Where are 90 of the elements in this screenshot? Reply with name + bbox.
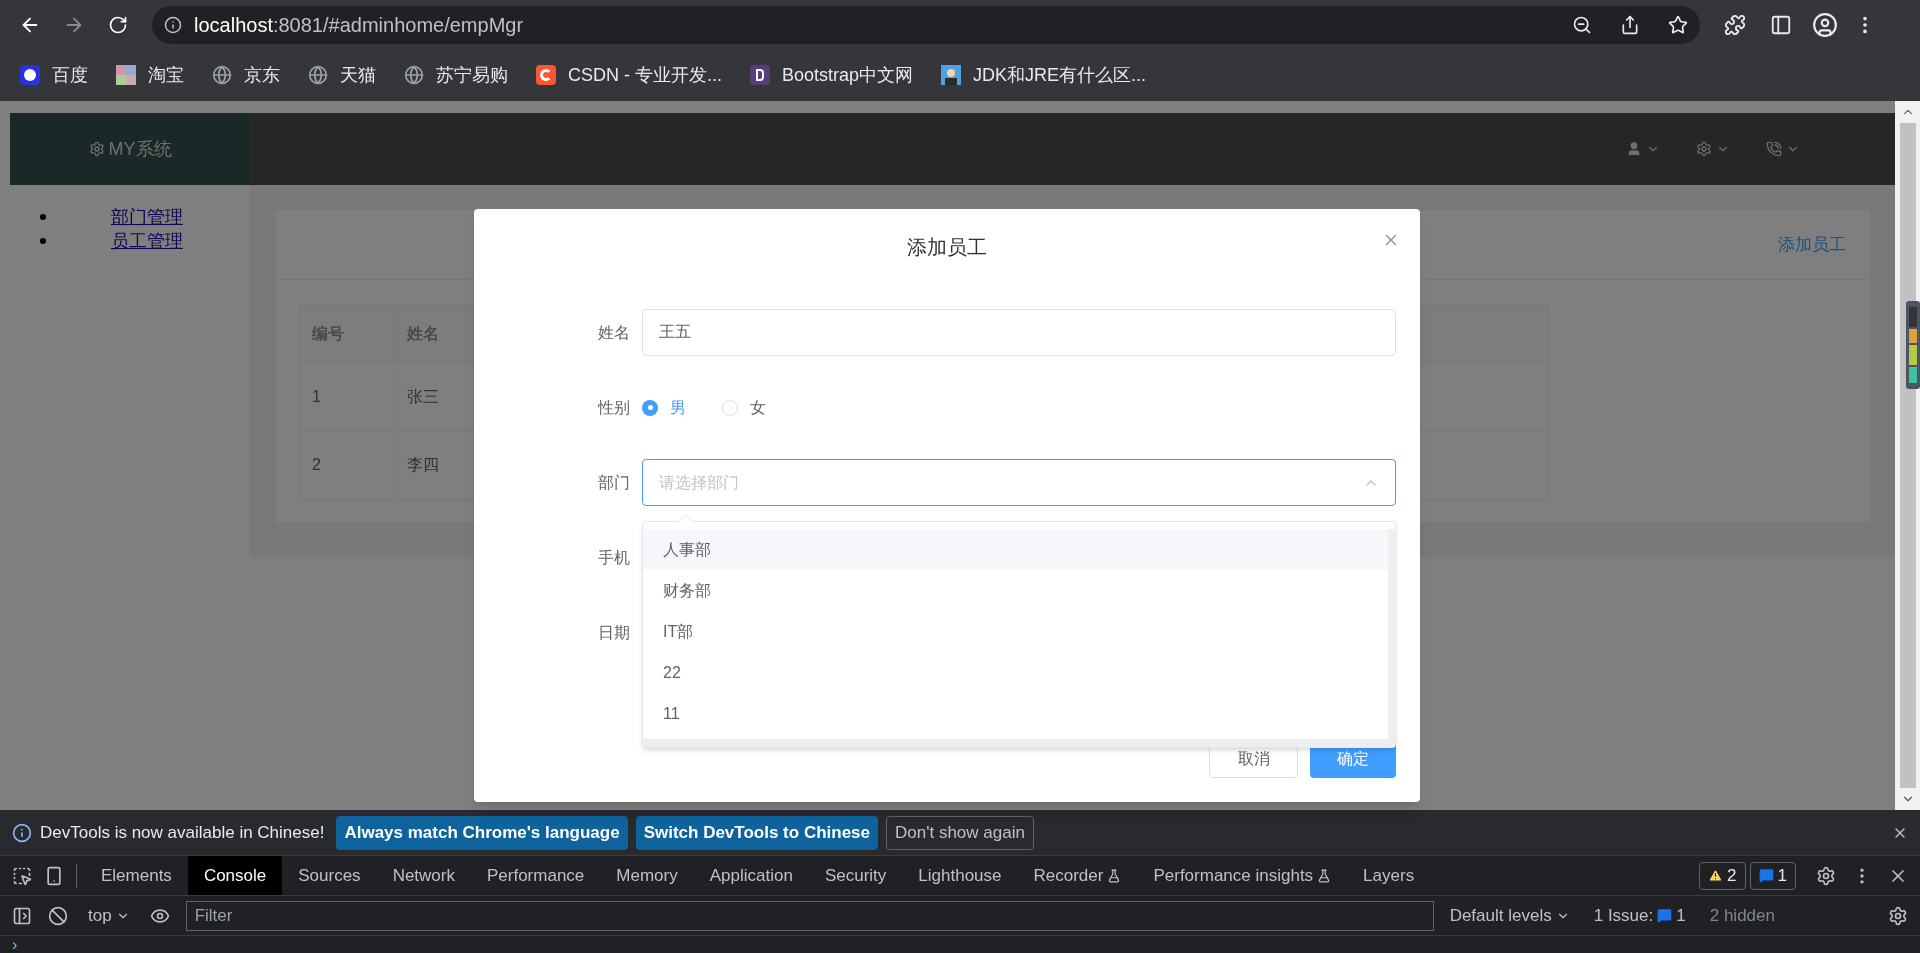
- vertical-scrollbar[interactable]: [1388, 529, 1395, 747]
- messages-badge[interactable]: 1: [1749, 861, 1796, 890]
- dropdown-option[interactable]: 11: [643, 693, 1388, 734]
- dropdown-option[interactable]: 22: [643, 652, 1388, 693]
- table-cell-text: 李四: [407, 455, 439, 475]
- message-icon: [1657, 908, 1673, 923]
- extensions-icon[interactable]: [1724, 13, 1746, 36]
- bookmark[interactable]: 淘宝: [116, 61, 184, 89]
- phone-icon: [1766, 141, 1782, 157]
- field-label: 部门: [597, 472, 631, 493]
- dropdown-option[interactable]: 财务部: [643, 570, 1388, 611]
- user-icon: [1626, 141, 1642, 157]
- devtools-tab[interactable]: Performance: [471, 856, 601, 895]
- scrollbar-thumb[interactable]: [1899, 123, 1916, 788]
- address-bar[interactable]: localhost:8081/#adminhome/empMgr: [152, 5, 1700, 44]
- dialog-title: 添加员工: [907, 235, 987, 260]
- name-field[interactable]: 王五: [642, 309, 1396, 356]
- bookmark[interactable]: 京东: [212, 61, 280, 89]
- console-prompt: ›: [12, 936, 18, 953]
- side-panel-icon[interactable]: [1770, 13, 1792, 36]
- profile-icon[interactable]: [1812, 11, 1838, 38]
- notice-button[interactable]: Always match Chrome's language: [336, 815, 628, 850]
- share-icon[interactable]: [1620, 14, 1640, 35]
- bookmark[interactable]: CSDN - 专业开发...: [536, 61, 722, 89]
- table-cell-text: 张三: [407, 386, 439, 407]
- warning-icon: [1708, 868, 1724, 883]
- info-icon: [164, 15, 182, 34]
- settings-icon[interactable]: [1888, 905, 1908, 926]
- settings-menu[interactable]: [1696, 141, 1730, 157]
- devtools-tab[interactable]: Application: [693, 856, 809, 895]
- notice-text: DevTools is now available in Chinese!: [40, 821, 325, 844]
- dropdown-option[interactable]: 人事部: [643, 529, 1388, 570]
- settings-icon[interactable]: [1816, 865, 1836, 886]
- info-icon: [12, 822, 32, 843]
- reload-icon: [108, 14, 128, 35]
- devtools-tab[interactable]: Security: [808, 856, 903, 895]
- devtools-tab[interactable]: Console: [187, 856, 283, 895]
- user-menu[interactable]: [1626, 141, 1660, 157]
- devtools-tab[interactable]: Memory: [600, 856, 694, 895]
- bookmark[interactable]: 天猫: [308, 61, 376, 89]
- devtools-tab[interactable]: Elements: [85, 856, 188, 895]
- devtools-tab[interactable]: Sources: [282, 856, 377, 895]
- field-label: 手机: [597, 547, 631, 568]
- bookmark[interactable]: 百度: [20, 61, 88, 89]
- table-cell-text: 2: [312, 455, 321, 475]
- zoom-out-icon[interactable]: [1572, 14, 1592, 35]
- notice-button[interactable]: Don't show again: [886, 815, 1034, 850]
- bullet-icon: [40, 214, 46, 220]
- phone-menu[interactable]: [1766, 141, 1800, 157]
- devtools-tab[interactable]: Recorder: [1017, 856, 1138, 895]
- app-logo: MY系统: [108, 137, 172, 161]
- c-logo-icon: [536, 65, 556, 85]
- field-label: 日期: [597, 622, 631, 643]
- devtools-tab[interactable]: Network: [376, 856, 471, 895]
- bookmark[interactable]: JDK和JRE有什么区...: [941, 61, 1147, 89]
- star-icon[interactable]: [1668, 14, 1688, 35]
- gender-radio[interactable]: 女: [722, 395, 766, 420]
- avatar-icon: [941, 65, 962, 85]
- mosaic-icon: [116, 65, 136, 85]
- devtools-tab[interactable]: Layers: [1347, 856, 1431, 895]
- url-text: localhost:8081/#adminhome/empMgr: [194, 12, 524, 38]
- scrollbar[interactable]: [1895, 101, 1920, 810]
- field-label: 姓名: [597, 322, 631, 343]
- levels-select[interactable]: Default levels: [1449, 902, 1570, 929]
- clear-icon[interactable]: [48, 905, 68, 926]
- warnings-badge[interactable]: 2: [1699, 861, 1746, 890]
- filter-field[interactable]: Filter: [185, 900, 1434, 931]
- notice-button[interactable]: Switch DevTools to Chinese: [635, 815, 878, 850]
- devtools-tab[interactable]: Performance insights: [1137, 856, 1348, 895]
- dropdown-option[interactable]: IT部: [643, 611, 1388, 652]
- level-meter-icon: [1906, 301, 1920, 389]
- horizontal-scrollbar[interactable]: [643, 739, 1388, 747]
- devtools-tab[interactable]: Lighthouse: [902, 856, 1018, 895]
- gear-icon: [1696, 141, 1712, 157]
- device-icon[interactable]: [44, 865, 64, 886]
- globe-icon: [212, 65, 232, 85]
- message-icon: [1758, 868, 1774, 883]
- gear-icon: [88, 141, 105, 157]
- sidebar-icon[interactable]: [12, 905, 32, 926]
- field-label: 性别: [596, 397, 631, 418]
- bookmark[interactable]: 苏宁易购: [404, 61, 508, 89]
- bullet-icon: [40, 238, 46, 244]
- globe-icon: [404, 65, 424, 85]
- context-select[interactable]: top: [88, 902, 130, 929]
- globe-icon: [308, 65, 328, 85]
- bookmark[interactable]: Bootstrap中文网: [750, 61, 914, 89]
- inspect-icon[interactable]: [12, 865, 32, 886]
- hidden-count: 2 hidden: [1709, 904, 1775, 927]
- issues-button[interactable]: 1 Issue: 1: [1593, 902, 1686, 929]
- table-cell-text: 1: [312, 386, 321, 407]
